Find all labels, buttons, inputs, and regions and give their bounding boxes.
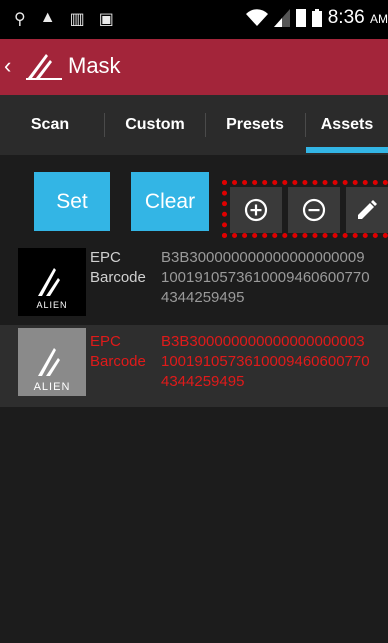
list-item-selected[interactable]: ALIEN EPC B3B300000000000000000003 Barco… bbox=[0, 325, 388, 407]
epc-label: EPC bbox=[90, 249, 121, 266]
app-title: Mask bbox=[68, 53, 121, 78]
barcode-value-continued: 4344259495 bbox=[161, 373, 245, 390]
remove-button[interactable] bbox=[288, 187, 340, 233]
tab-presets[interactable]: Presets bbox=[206, 95, 304, 155]
wifi-icon bbox=[245, 9, 268, 26]
alien-logo-icon[interactable] bbox=[24, 51, 64, 81]
remove-circle-icon bbox=[302, 198, 326, 222]
list-item[interactable]: ALIEN EPC B3B300000000000000000009 Barco… bbox=[0, 244, 388, 324]
edit-button[interactable] bbox=[346, 187, 388, 233]
warning-icon: ▲ bbox=[39, 9, 56, 26]
add-circle-icon bbox=[244, 198, 268, 222]
set-button[interactable]: Set bbox=[34, 172, 110, 231]
tab-custom[interactable]: Custom bbox=[106, 95, 204, 155]
alien-logo-thumbnail: ALIEN bbox=[18, 248, 86, 316]
barcode-value-continued: 4344259495 bbox=[161, 289, 245, 306]
epc-value: B3B300000000000000000003 bbox=[161, 333, 365, 350]
tab-selected-indicator bbox=[306, 147, 388, 153]
barcode-icon: ▥ bbox=[69, 11, 85, 28]
back-chevron-icon[interactable]: ‹ bbox=[4, 53, 11, 79]
epc-label: EPC bbox=[90, 333, 121, 350]
battery-icon bbox=[311, 9, 322, 27]
add-button[interactable] bbox=[230, 187, 282, 233]
svg-text:ALIEN: ALIEN bbox=[34, 381, 71, 393]
svg-text:ALIEN: ALIEN bbox=[36, 300, 67, 310]
barcode-value: 1001910573610009460600770 bbox=[161, 353, 370, 370]
barcode-label: Barcode bbox=[90, 353, 146, 370]
signal-icon bbox=[273, 9, 290, 27]
tab-assets[interactable]: Assets bbox=[306, 95, 388, 155]
clipboard-icon: ▣ bbox=[98, 11, 114, 28]
edit-pencil-icon bbox=[358, 200, 377, 219]
clock-time: 8:36 AM bbox=[327, 7, 388, 28]
usb-icon: ⚲ bbox=[14, 11, 26, 28]
barcode-value: 1001910573610009460600770 bbox=[161, 269, 370, 286]
sim-icon bbox=[295, 9, 306, 27]
tab-scan[interactable]: Scan bbox=[0, 95, 100, 155]
app-bar: ‹ Mask bbox=[0, 39, 388, 95]
barcode-label: Barcode bbox=[90, 269, 146, 286]
clear-button[interactable]: Clear bbox=[131, 172, 209, 231]
epc-value: B3B300000000000000000009 bbox=[161, 249, 365, 266]
alien-logo-thumbnail: ALIEN bbox=[18, 328, 86, 396]
tab-bar: Scan Custom Presets Assets bbox=[0, 95, 388, 155]
status-bar: ⚲ ▲ ▥ ▣ 8:36 AM bbox=[0, 0, 388, 39]
